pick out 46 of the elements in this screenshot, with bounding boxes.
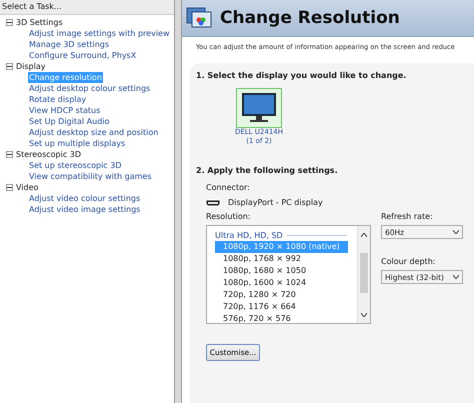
- tree-group-label[interactable]: Stereoscopic 3D: [16, 150, 82, 159]
- tree-group-label[interactable]: Display: [16, 62, 46, 71]
- tree-item[interactable]: Set up multiple displays: [28, 138, 126, 149]
- collapse-icon[interactable]: [6, 184, 13, 191]
- section-heading: 1. Select the display you would like to change.: [196, 71, 408, 80]
- resolution-option[interactable]: 720p, 1176 × 664: [215, 301, 348, 313]
- field-label: Connector:: [206, 183, 251, 192]
- tree-item[interactable]: Rotate display: [28, 94, 88, 105]
- collapse-icon[interactable]: [6, 151, 13, 158]
- collapse-icon[interactable]: [6, 63, 13, 70]
- caret-icon[interactable]: [453, 230, 459, 234]
- tree-item[interactable]: Adjust desktop size and position: [28, 127, 160, 138]
- connector-icon: [206, 200, 220, 206]
- tree-item[interactable]: Configure Surround, PhysX: [28, 50, 138, 61]
- tree-item[interactable]: View HDCP status: [28, 105, 102, 116]
- tree-item[interactable]: Adjust video image settings: [28, 204, 142, 215]
- field-label: Refresh rate:: [381, 212, 434, 221]
- tree-group-label[interactable]: 3D Settings: [16, 18, 63, 27]
- monitor-icon[interactable]: [236, 88, 282, 128]
- resolution-option[interactable]: 720p, 1280 × 720: [215, 289, 348, 301]
- scroll-up-icon[interactable]: [361, 233, 367, 237]
- caret-icon[interactable]: [453, 275, 459, 279]
- resolution-option[interactable]: 1080p, 1768 × 992: [215, 253, 348, 265]
- section-heading: 2. Apply the following settings.: [196, 166, 339, 175]
- list-group-header: Ultra HD, HD, SD: [215, 230, 283, 240]
- page-title: Change Resolution: [220, 8, 400, 28]
- tree-item[interactable]: Set up stereoscopic 3D: [28, 160, 122, 171]
- field-label: Colour depth:: [381, 257, 436, 266]
- tree-item[interactable]: Adjust image settings with preview: [28, 28, 171, 39]
- field-label: Resolution:: [206, 212, 252, 221]
- tree-item[interactable]: View compatibility with games: [28, 171, 152, 182]
- tree-item[interactable]: Manage 3D settings: [28, 39, 110, 50]
- monitor-icon: [186, 6, 212, 30]
- resolution-list[interactable]: Ultra HD, HD, SD 1080p, 1920 × 1080 (native) 1080p, 1768 × 992 1080p, 1680 × 1050 1080p, 1600 × 1024 720p, 1280 × 720 720p, 1176 × 664 576p, 720 × 576: [206, 225, 371, 324]
- resolution-option[interactable]: 1080p, 1680 × 1050: [215, 265, 348, 277]
- panel-header: Select a Task...: [0, 0, 174, 15]
- resolution-option[interactable]: 576p, 720 × 576: [215, 313, 348, 323]
- resolution-option[interactable]: 1080p, 1600 × 1024: [215, 277, 348, 289]
- tree-group-label[interactable]: Video: [16, 183, 38, 192]
- tree-item[interactable]: Adjust video colour settings: [28, 193, 142, 204]
- tree-item[interactable]: Adjust desktop colour settings: [28, 83, 152, 94]
- scrollbar[interactable]: [357, 226, 370, 323]
- connector-value: DisplayPort - PC display: [228, 198, 323, 207]
- collapse-icon[interactable]: [6, 19, 13, 26]
- scroll-down-icon[interactable]: [361, 313, 367, 317]
- tree-item[interactable]: Set Up Digital Audio: [28, 116, 110, 127]
